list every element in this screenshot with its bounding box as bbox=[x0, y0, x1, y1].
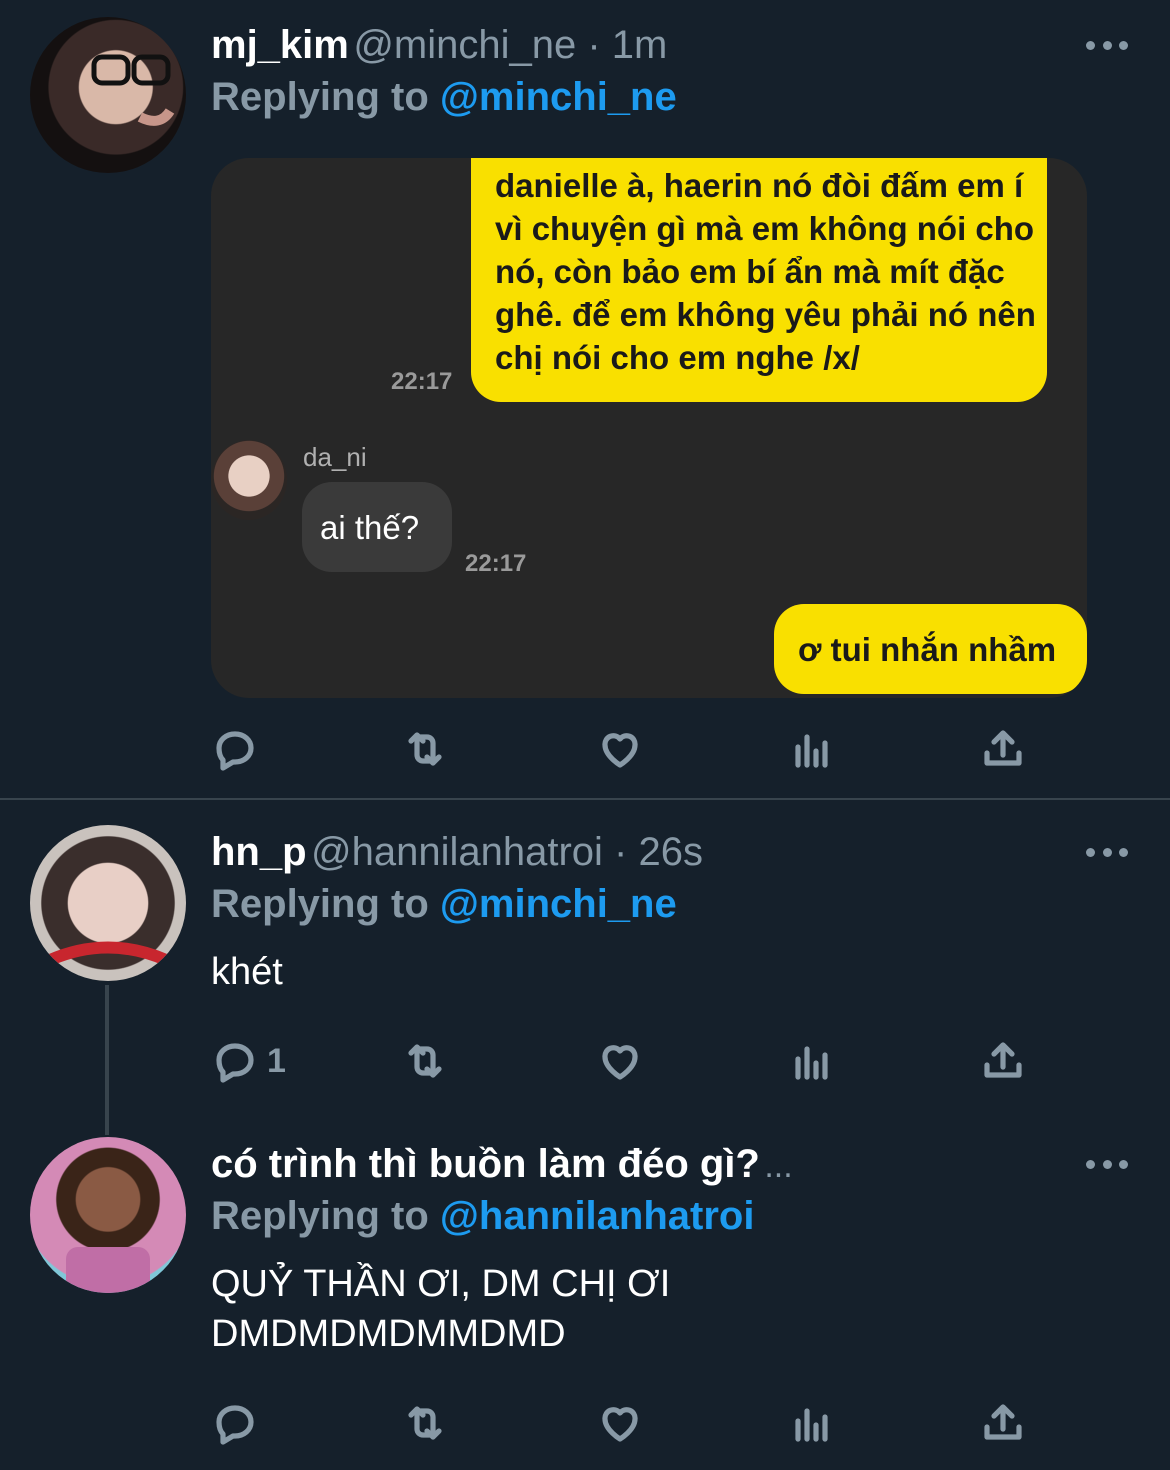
retweet-icon bbox=[408, 1044, 442, 1078]
mention-link[interactable]: @hannilanhatroi bbox=[440, 1194, 755, 1238]
replying-label: Replying to bbox=[211, 75, 440, 119]
retweet-button[interactable] bbox=[401, 722, 449, 776]
like-icon bbox=[602, 733, 638, 768]
chat-timestamp: 22:17 bbox=[391, 368, 453, 395]
avatar[interactable] bbox=[30, 1137, 186, 1293]
chat-message-sent: danielle à, haerin nó đòi đấm em í vì ch… bbox=[471, 158, 1047, 402]
thread-line bbox=[105, 985, 109, 1135]
share-button[interactable] bbox=[979, 722, 1027, 776]
like-button[interactable] bbox=[596, 1034, 644, 1088]
tweet-actions bbox=[211, 1396, 1051, 1450]
share-button[interactable] bbox=[979, 1034, 1027, 1088]
reply-icon bbox=[216, 1405, 254, 1445]
reply-icon bbox=[216, 1043, 254, 1083]
tweet-text-line: DMDMDMDMMDMD bbox=[211, 1313, 566, 1355]
display-name[interactable]: mj_kim bbox=[211, 23, 349, 67]
tweet-header: hn_p @hannilanhatroi · 26s bbox=[211, 827, 703, 877]
reply-button[interactable]: 1 bbox=[211, 1034, 286, 1088]
retweet-button[interactable] bbox=[401, 1034, 449, 1088]
avatar-image bbox=[47, 941, 169, 966]
tweet-text-line: QUỶ THẦN ƠI, DM CHỊ ƠI bbox=[211, 1263, 671, 1305]
avatar-image bbox=[66, 1247, 150, 1293]
share-icon bbox=[984, 1404, 1022, 1440]
replying-to: Replying to @minchi_ne bbox=[211, 72, 677, 122]
name-truncation: ... bbox=[764, 1147, 793, 1185]
replying-to: Replying to @minchi_ne bbox=[211, 879, 677, 929]
chat-message-received: ai thế? bbox=[302, 482, 452, 572]
avatar-image bbox=[91, 54, 175, 126]
more-icon[interactable] bbox=[1086, 846, 1128, 858]
share-icon bbox=[984, 1042, 1022, 1078]
like-icon bbox=[602, 1045, 638, 1080]
share-icon bbox=[984, 730, 1022, 766]
timestamp: · 26s bbox=[602, 830, 703, 874]
retweet-icon bbox=[408, 732, 442, 766]
tweet-actions: 1 bbox=[211, 1034, 1051, 1088]
replying-label: Replying to bbox=[211, 1194, 440, 1238]
chat-sender-name: da_ni bbox=[303, 442, 367, 472]
tweet-text: khét bbox=[211, 951, 283, 993]
like-icon bbox=[602, 1407, 638, 1442]
more-icon[interactable] bbox=[1086, 39, 1128, 51]
replying-to: Replying to @hannilanhatroi bbox=[211, 1191, 754, 1241]
retweet-button[interactable] bbox=[401, 1396, 449, 1450]
more-icon[interactable] bbox=[1086, 1158, 1128, 1170]
attached-chat-image[interactable]: danielle à, haerin nó đòi đấm em í vì ch… bbox=[211, 158, 1087, 698]
mention-link[interactable]: @minchi_ne bbox=[440, 882, 677, 926]
analytics-icon bbox=[795, 1408, 828, 1442]
share-button[interactable] bbox=[979, 1396, 1027, 1450]
tweet-divider bbox=[0, 798, 1170, 800]
analytics-icon bbox=[795, 734, 828, 768]
user-handle[interactable]: @minchi_ne bbox=[353, 23, 576, 67]
user-handle[interactable]: @hannilanhatroi bbox=[311, 830, 603, 874]
like-button[interactable] bbox=[596, 722, 644, 776]
analytics-button[interactable] bbox=[788, 1396, 836, 1450]
chat-timestamp: 22:17 bbox=[465, 550, 527, 577]
tweet-actions bbox=[211, 722, 1051, 776]
avatar[interactable] bbox=[30, 17, 186, 173]
display-name[interactable]: có trình thì buồn làm đéo gì? bbox=[211, 1142, 760, 1186]
analytics-icon bbox=[795, 1046, 828, 1080]
reply-icon bbox=[216, 731, 254, 771]
retweet-icon bbox=[408, 1406, 442, 1440]
chat-avatar bbox=[211, 440, 287, 520]
timestamp: · 1m bbox=[576, 23, 668, 67]
mention-link[interactable]: @minchi_ne bbox=[440, 75, 677, 119]
chat-message-sent: ơ tui nhắn nhầm bbox=[774, 604, 1087, 694]
tweet-header: có trình thì buồn làm đéo gì? ... bbox=[211, 1139, 793, 1189]
like-button[interactable] bbox=[596, 1396, 644, 1450]
replying-label: Replying to bbox=[211, 882, 440, 926]
reply-button[interactable] bbox=[211, 722, 259, 776]
reply-button[interactable] bbox=[211, 1396, 259, 1450]
analytics-button[interactable] bbox=[788, 722, 836, 776]
avatar[interactable] bbox=[30, 825, 186, 981]
display-name[interactable]: hn_p bbox=[211, 830, 307, 874]
tweet-text: QUỶ THẦN ƠI, DM CHỊ ƠI DMDMDMDMMDMD bbox=[211, 1259, 670, 1359]
analytics-button[interactable] bbox=[788, 1034, 836, 1088]
reply-count: 1 bbox=[267, 1041, 286, 1080]
tweet-header: mj_kim @minchi_ne · 1m bbox=[211, 20, 667, 70]
